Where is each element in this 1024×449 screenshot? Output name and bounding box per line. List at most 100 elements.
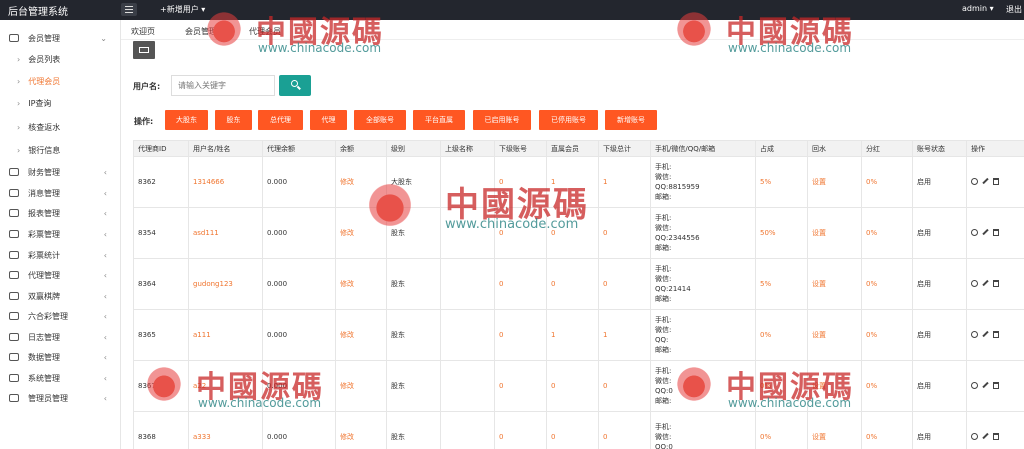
filter-enabled-accounts-button[interactable]: 已启用账号 [473, 110, 531, 130]
rebate-settings-link[interactable]: 设置 [807, 360, 862, 412]
sub-accounts-link[interactable]: 0 [494, 207, 547, 259]
sub-accounts-link[interactable]: 0 [494, 360, 547, 412]
logout-link[interactable]: 退出 [1006, 4, 1022, 15]
sub-accounts-link[interactable]: 0 [494, 309, 547, 361]
edit-icon[interactable] [982, 432, 989, 440]
rebate-settings-link[interactable]: 设置 [807, 207, 862, 259]
sidebar-subitem-bank-info[interactable]: › 银行信息 [0, 140, 121, 160]
sub-total-link[interactable]: 0 [598, 258, 651, 310]
sidebar-item-chess[interactable]: 双赢棋牌 ‹ [0, 286, 121, 306]
sidebar-subitem-agent-member[interactable]: › 代理会员 [0, 71, 121, 91]
info-icon[interactable] [971, 177, 978, 185]
sidebar-item-lottery-stats[interactable]: 彩票统计 ‹ [0, 245, 121, 265]
bonus-percent: 0% [861, 360, 913, 412]
direct-members-link[interactable]: 0 [546, 360, 599, 412]
menu-toggle-icon[interactable] [121, 3, 137, 16]
sub-accounts-link[interactable]: 0 [494, 156, 547, 208]
edit-balance-link[interactable]: 修改 [335, 258, 387, 310]
sidebar-item-data[interactable]: 数据管理 ‹ [0, 347, 121, 367]
sidebar-item-label: 会员管理 [28, 33, 60, 43]
breadcrumb-home[interactable]: 欢迎页 [131, 26, 155, 37]
sub-accounts-link[interactable]: 0 [494, 258, 547, 310]
info-icon[interactable] [971, 432, 978, 440]
direct-members-link[interactable]: 1 [546, 156, 599, 208]
add-user-menu[interactable]: +新增用户 ▾ [160, 4, 205, 15]
username-link[interactable]: a333 [188, 411, 263, 449]
info-icon[interactable] [971, 228, 978, 236]
trash-icon[interactable] [993, 381, 999, 389]
info-icon[interactable] [971, 330, 978, 338]
edit-balance-link[interactable]: 修改 [335, 360, 387, 412]
contact-info: 手机: 微信: QQ:0 邮箱: [650, 360, 756, 412]
breadcrumb: 欢迎页 会员管理 代理会员 [121, 20, 1024, 40]
admin-menu[interactable]: admin ▾ [962, 4, 994, 13]
rebate-settings-link[interactable]: 设置 [807, 156, 862, 208]
edit-balance-link[interactable]: 修改 [335, 207, 387, 259]
sidebar-subitem-ip-query[interactable]: › IP查询 [0, 93, 121, 113]
filter-all-accounts-button[interactable]: 全部账号 [354, 110, 406, 130]
sidebar-item-finance[interactable]: 财务管理 ‹ [0, 162, 121, 182]
rebate-settings-link[interactable]: 设置 [807, 411, 862, 449]
trash-icon[interactable] [993, 279, 999, 287]
edit-icon[interactable] [982, 228, 989, 236]
agent-id: 8365 [133, 309, 189, 361]
filter-shareholder-button[interactable]: 股东 [215, 110, 252, 130]
user-icon [9, 333, 19, 341]
direct-members-link[interactable]: 1 [546, 309, 599, 361]
sub-total-link[interactable]: 0 [598, 411, 651, 449]
trash-icon[interactable] [993, 177, 999, 185]
sub-total-link[interactable]: 0 [598, 360, 651, 412]
username-link[interactable]: asd111 [188, 207, 263, 259]
sub-total-link[interactable]: 1 [598, 309, 651, 361]
sidebar-item-logs[interactable]: 日志管理 ‹ [0, 327, 121, 347]
sub-total-link[interactable]: 0 [598, 207, 651, 259]
sidebar-item-agent[interactable]: 代理管理 ‹ [0, 265, 121, 285]
sidebar-item-reports[interactable]: 报表管理 ‹ [0, 203, 121, 223]
sidebar-item-lottery[interactable]: 彩票管理 ‹ [0, 224, 121, 244]
filter-major-shareholder-button[interactable]: 大股东 [165, 110, 208, 130]
edit-icon[interactable] [982, 177, 989, 185]
edit-balance-link[interactable]: 修改 [335, 156, 387, 208]
filter-agent-button[interactable]: 代理 [310, 110, 347, 130]
filter-platform-direct-button[interactable]: 平台直属 [413, 110, 465, 130]
sidebar-subitem-member-list[interactable]: › 会员列表 [0, 49, 121, 69]
rebate-settings-link[interactable]: 设置 [807, 258, 862, 310]
refresh-button[interactable] [133, 41, 155, 59]
refresh-icon [139, 47, 149, 53]
search-input[interactable] [171, 75, 275, 96]
info-icon[interactable] [971, 381, 978, 389]
sidebar-item-mark-six[interactable]: 六合彩管理 ‹ [0, 306, 121, 326]
trash-icon[interactable] [993, 330, 999, 338]
filter-general-agent-button[interactable]: 总代理 [258, 110, 303, 130]
trash-icon[interactable] [993, 432, 999, 440]
user-icon [9, 251, 19, 259]
edit-balance-link[interactable]: 修改 [335, 309, 387, 361]
sidebar-item-label: 管理员管理 [28, 393, 68, 403]
edit-icon[interactable] [982, 381, 989, 389]
sidebar-item-admins[interactable]: 管理员管理 ‹ [0, 388, 121, 408]
sub-accounts-link[interactable]: 0 [494, 411, 547, 449]
username-link[interactable]: a22 [188, 360, 263, 412]
direct-members-link[interactable]: 0 [546, 411, 599, 449]
edit-icon[interactable] [982, 279, 989, 287]
sidebar-item-system[interactable]: 系统管理 ‹ [0, 368, 121, 388]
search-button[interactable] [279, 75, 311, 96]
parent-name [440, 411, 495, 449]
edit-balance-link[interactable]: 修改 [335, 411, 387, 449]
trash-icon[interactable] [993, 228, 999, 236]
filter-disabled-accounts-button[interactable]: 已停用账号 [539, 110, 598, 130]
direct-members-link[interactable]: 0 [546, 207, 599, 259]
breadcrumb-section[interactable]: 会员管理 [185, 26, 217, 37]
rebate-settings-link[interactable]: 设置 [807, 309, 862, 361]
sidebar-item-member-management[interactable]: 会员管理 ⌄ [0, 28, 121, 48]
username-link[interactable]: 1314666 [188, 156, 263, 208]
sub-total-link[interactable]: 1 [598, 156, 651, 208]
sidebar-subitem-rebate-check[interactable]: › 核查返水 [0, 117, 121, 137]
direct-members-link[interactable]: 0 [546, 258, 599, 310]
username-link[interactable]: a111 [188, 309, 263, 361]
sidebar-item-messages[interactable]: 消息管理 ‹ [0, 183, 121, 203]
edit-icon[interactable] [982, 330, 989, 338]
username-link[interactable]: gudong123 [188, 258, 263, 310]
info-icon[interactable] [971, 279, 978, 287]
add-account-button[interactable]: 新增账号 [605, 110, 657, 130]
